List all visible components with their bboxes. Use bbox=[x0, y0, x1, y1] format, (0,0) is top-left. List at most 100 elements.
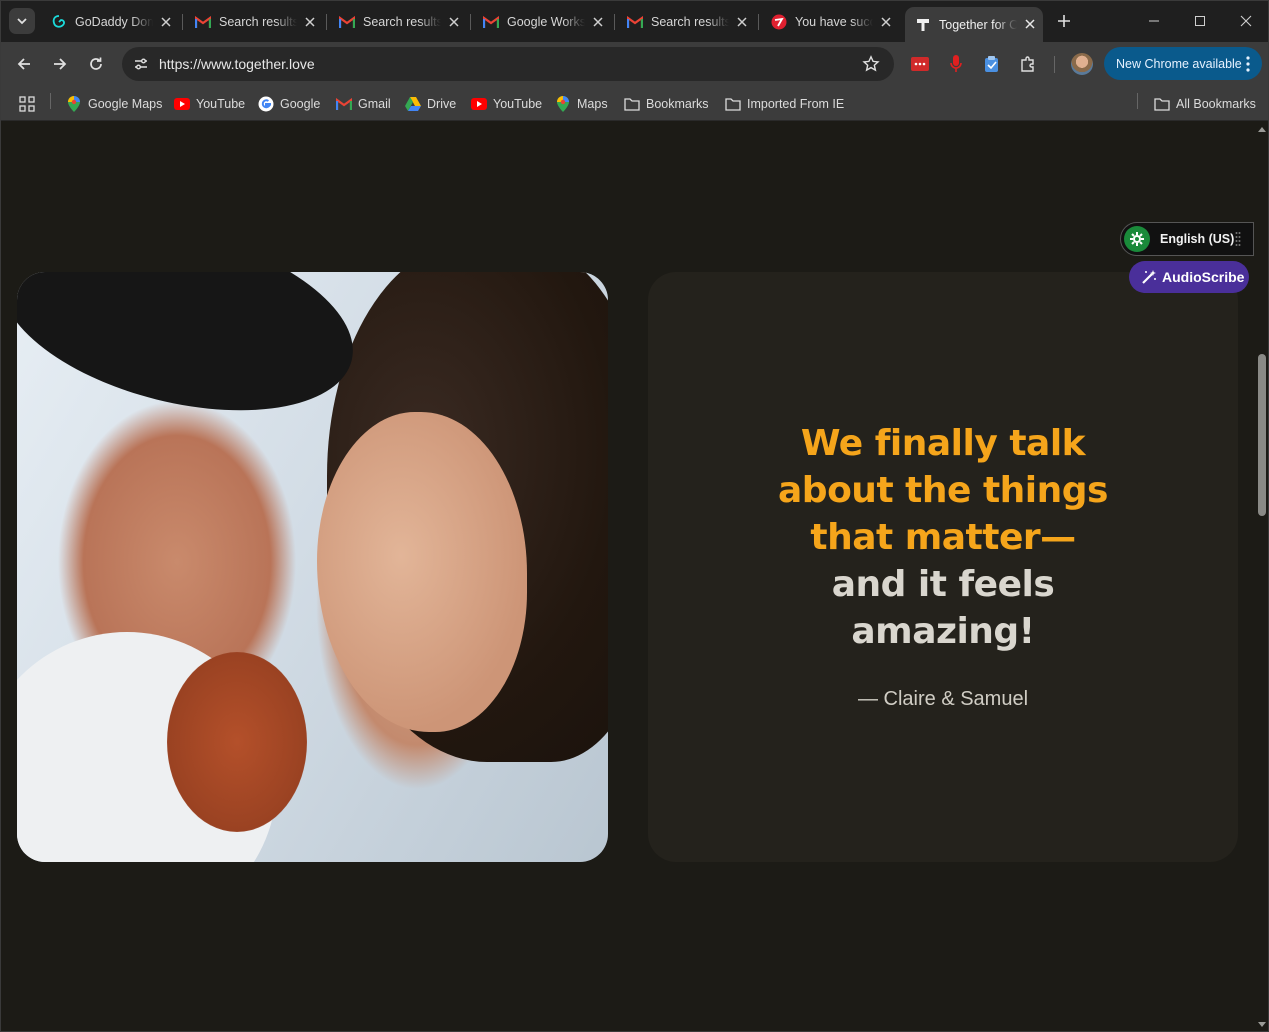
bookmarks-bar: Google Maps YouTube Google Gmail Drive Y… bbox=[1, 87, 1268, 121]
youtube-icon bbox=[174, 96, 190, 112]
bookmark-maps[interactable]: Maps bbox=[555, 93, 608, 115]
bookmark-google[interactable]: Google bbox=[258, 93, 320, 115]
google-g-icon bbox=[258, 96, 274, 112]
bookmark-label: Drive bbox=[427, 97, 457, 111]
audioscribe-label: AudioScribe bbox=[1162, 269, 1245, 285]
quote-line-highlight: about the things bbox=[778, 470, 1108, 511]
new-tab-button[interactable] bbox=[1053, 10, 1075, 32]
reload-icon bbox=[90, 57, 102, 70]
godaddy-icon bbox=[51, 14, 67, 30]
scroll-down-icon[interactable] bbox=[1258, 1020, 1266, 1028]
bookmark-drive[interactable]: Drive bbox=[405, 93, 456, 115]
address-bar[interactable]: https://www.together.love bbox=[122, 47, 894, 81]
photo-beard-shape bbox=[167, 652, 307, 832]
maps-pin-icon bbox=[66, 96, 82, 112]
bookmark-google-maps[interactable]: Google Maps bbox=[66, 93, 162, 115]
quote-line-highlight: that matter— bbox=[810, 517, 1076, 558]
testimonial-quote: We finally talk about the things that ma… bbox=[648, 420, 1238, 655]
close-icon[interactable] bbox=[159, 15, 173, 29]
tab-title: GoDaddy Domain bbox=[75, 15, 153, 29]
bookmark-label: Gmail bbox=[358, 97, 391, 111]
bookmark-label: Bookmarks bbox=[646, 97, 709, 111]
forward-button[interactable] bbox=[47, 51, 73, 77]
chevron-down-icon bbox=[17, 18, 27, 25]
tab-search-button[interactable] bbox=[9, 8, 35, 34]
profile-avatar[interactable] bbox=[1071, 53, 1093, 75]
close-icon[interactable] bbox=[735, 15, 749, 29]
bookmark-youtube-2[interactable]: YouTube bbox=[471, 93, 542, 115]
reload-button[interactable] bbox=[83, 51, 109, 77]
bookmark-label: Google bbox=[280, 97, 321, 111]
scroll-up-icon[interactable] bbox=[1258, 126, 1266, 134]
bookmark-label: Google Maps bbox=[88, 97, 163, 111]
all-bookmarks-folder[interactable]: All Bookmarks bbox=[1154, 93, 1256, 115]
close-icon[interactable] bbox=[303, 15, 317, 29]
page-content: We finally talk about the things that ma… bbox=[1, 122, 1255, 1031]
page-scrollbar[interactable] bbox=[1255, 122, 1268, 1031]
tab-title: Google Workspace bbox=[507, 15, 585, 29]
bookmark-label: YouTube bbox=[196, 97, 246, 111]
tab-success[interactable]: You have successfully bbox=[761, 8, 899, 36]
tab-separator bbox=[182, 14, 183, 30]
maps-pin-icon bbox=[555, 96, 571, 112]
tab-title: Search results bbox=[219, 15, 297, 29]
quote-line: amazing! bbox=[851, 611, 1035, 652]
password-extension-icon[interactable] bbox=[910, 54, 930, 74]
language-widget[interactable]: English (US) bbox=[1120, 222, 1254, 256]
gmail-icon bbox=[339, 14, 355, 30]
tab-title: Search results bbox=[651, 15, 729, 29]
tab-search-results-2[interactable]: Search results bbox=[329, 8, 467, 36]
close-window-button[interactable] bbox=[1233, 9, 1259, 33]
close-icon[interactable] bbox=[1023, 17, 1037, 31]
bookmark-folder-imported[interactable]: Imported From IE bbox=[725, 93, 844, 115]
extensions-puzzle-icon[interactable] bbox=[1018, 54, 1038, 74]
folder-icon bbox=[725, 96, 741, 112]
tab-godaddy[interactable]: GoDaddy Domain bbox=[41, 8, 179, 36]
maximize-button[interactable] bbox=[1187, 9, 1213, 33]
tab-search-results-1[interactable]: Search results bbox=[185, 8, 323, 36]
tab-title: Search results bbox=[363, 15, 441, 29]
close-icon[interactable] bbox=[591, 15, 605, 29]
red-circle-icon bbox=[771, 14, 787, 30]
bookmark-folder-bookmarks[interactable]: Bookmarks bbox=[624, 93, 709, 115]
apps-grid-icon bbox=[19, 96, 35, 112]
drive-icon bbox=[405, 96, 421, 112]
bookmark-youtube[interactable]: YouTube bbox=[174, 93, 245, 115]
gmail-icon bbox=[627, 14, 643, 30]
quote-line: and it feels bbox=[831, 564, 1055, 605]
scrollbar-thumb[interactable] bbox=[1258, 354, 1266, 516]
new-chrome-available-button[interactable]: New Chrome available bbox=[1104, 47, 1262, 80]
tab-separator bbox=[470, 14, 471, 30]
bookmark-gmail[interactable]: Gmail bbox=[336, 93, 391, 115]
audioscribe-button[interactable]: AudioScribe bbox=[1129, 261, 1249, 293]
gear-icon bbox=[1124, 226, 1150, 252]
minimize-button[interactable] bbox=[1141, 9, 1167, 33]
bookmark-label: Maps bbox=[577, 97, 608, 111]
back-button[interactable] bbox=[11, 51, 37, 77]
drag-handle-icon[interactable] bbox=[1235, 231, 1241, 247]
bookmark-label: YouTube bbox=[493, 97, 543, 111]
tab-strip: GoDaddy Domain Search results Search res… bbox=[1, 1, 1268, 42]
folder-icon bbox=[1154, 96, 1170, 112]
bookmark-separator bbox=[50, 93, 51, 109]
url-text: https://www.together.love bbox=[159, 56, 315, 72]
clipboard-extension-icon[interactable] bbox=[982, 54, 1002, 74]
bookmark-label: Imported From IE bbox=[747, 97, 845, 111]
quote-line-highlight: We finally talk bbox=[800, 423, 1086, 464]
more-vert-icon[interactable] bbox=[1246, 56, 1250, 72]
tab-separator bbox=[758, 14, 759, 30]
gmail-icon bbox=[483, 14, 499, 30]
all-bookmarks-label: All Bookmarks bbox=[1176, 97, 1256, 111]
tab-together-active[interactable]: Together for Couples bbox=[905, 7, 1043, 42]
gmail-icon bbox=[195, 14, 211, 30]
site-settings-icon[interactable] bbox=[130, 53, 152, 75]
close-icon[interactable] bbox=[879, 15, 893, 29]
close-icon[interactable] bbox=[447, 15, 461, 29]
bookmark-separator bbox=[1137, 93, 1138, 109]
apps-grid-button[interactable] bbox=[19, 93, 35, 115]
tab-google-workspace[interactable]: Google Workspace bbox=[473, 8, 611, 36]
star-icon[interactable] bbox=[862, 55, 880, 73]
tab-search-results-3[interactable]: Search results bbox=[617, 8, 755, 36]
microphone-icon[interactable] bbox=[946, 54, 966, 74]
tab-separator bbox=[326, 14, 327, 30]
